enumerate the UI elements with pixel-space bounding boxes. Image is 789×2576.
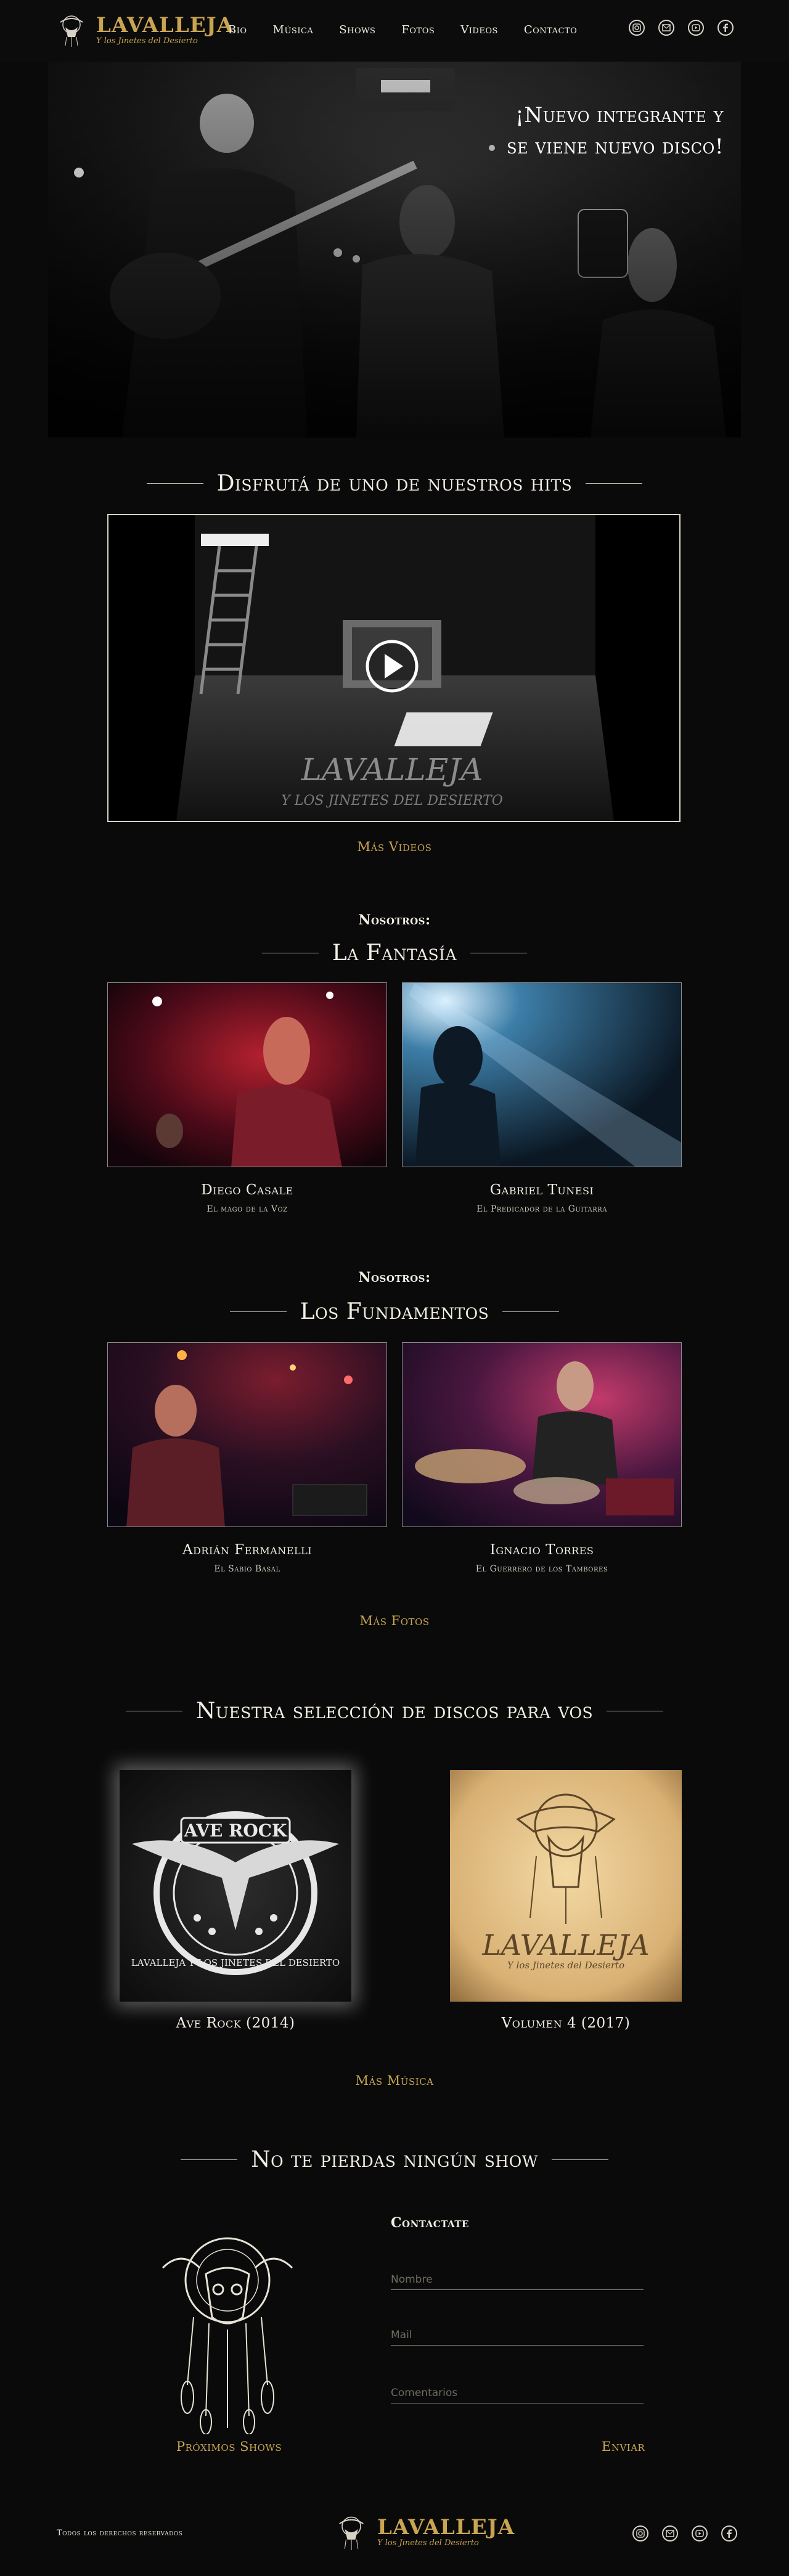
member-role: El mago de la Voz <box>206 1204 288 1214</box>
member-diego: Diego Casale El mago de la Voz <box>107 1182 387 1214</box>
member-name: Ignacio Torres <box>489 1542 594 1558</box>
more-music-link[interactable]: Más Música <box>0 2073 789 2088</box>
volumen-4-cover-sub: Y los Jinetes del Desierto <box>507 1960 624 1971</box>
singer-photo <box>108 983 386 1167</box>
album-title-ave-rock: Ave Rock (2014) <box>176 2015 295 2031</box>
nav-shows[interactable]: Shows <box>339 23 375 36</box>
more-photos-link[interactable]: Más Fotos <box>0 1613 789 1628</box>
ave-rock-cover-ring: LAVALLEJA Y LOS JINETES DEL DESIERTO <box>131 1957 340 1968</box>
footer-logo[interactable]: LAVALLEJA Y los Jinetes del Desierto <box>333 2507 515 2556</box>
member-name: Diego Casale <box>201 1182 293 1198</box>
copyright: Todos los derechos reservados <box>57 2529 183 2538</box>
volumen-4-cover: LAVALLEJA Y los Jinetes del Desierto <box>450 1770 682 2002</box>
fundamentos-kicker: Nosotros: <box>358 1270 431 1286</box>
title-rule-left <box>181 2159 238 2160</box>
nav-musica[interactable]: Música <box>273 23 314 36</box>
title-rule-left <box>229 1311 287 1312</box>
brand-tagline: Y los Jinetes del Desierto <box>377 2538 479 2548</box>
member-photo-ignacio[interactable] <box>402 1342 682 1527</box>
footer-social <box>632 2525 737 2541</box>
brand-name: LAVALLEJA <box>96 12 234 38</box>
album-volumen-4[interactable]: LAVALLEJA Y los Jinetes del Desierto <box>450 1770 682 2002</box>
video-logo-sub: Y LOS JINETES DEL DESIERTO <box>281 793 503 809</box>
fundamentos-title-text: Los Fundamentos <box>300 1299 489 1324</box>
title-rule-right <box>551 2159 608 2160</box>
hero-banner: ¡Nuevo integrante y se viene nuevo disco… <box>48 62 741 438</box>
title-rule-right <box>502 1311 560 1312</box>
volumen-4-cover-title: LAVALLEJA <box>481 1928 649 1962</box>
name-field[interactable] <box>391 2270 644 2290</box>
fundamentos-title: Los Fundamentos <box>0 1299 789 1324</box>
album-ave-rock[interactable]: AVE ROCK LAVALLEJA Y LOS JINETES DEL DES… <box>120 1770 351 2002</box>
nav-videos[interactable]: Videos <box>460 23 498 36</box>
youtube-icon[interactable] <box>692 2525 708 2541</box>
hits-title: Disfrutá de uno de nuestros hits <box>0 471 789 496</box>
discos-title-text: Nuestra selección de discos para vos <box>195 1698 594 1724</box>
dreamcatcher-skull-icon <box>161 2237 293 2434</box>
guitarist-photo <box>403 983 681 1167</box>
nav-fotos[interactable]: Fotos <box>401 23 435 36</box>
fantasia-title: La Fantasía <box>0 940 789 966</box>
shows-title-text: No te pierdas ningún show <box>251 2147 538 2172</box>
facebook-icon[interactable] <box>721 2525 737 2541</box>
main-nav: Bio Música Shows Fotos Videos Contacto <box>228 23 577 36</box>
brand-tagline: Y los Jinetes del Desierto <box>96 36 198 46</box>
email-icon[interactable] <box>658 20 674 36</box>
comments-field[interactable] <box>391 2383 644 2403</box>
shows-title: No te pierdas ningún show <box>0 2147 789 2172</box>
discos-title: Nuestra selección de discos para vos <box>0 1698 789 1724</box>
email-field[interactable] <box>391 2325 644 2346</box>
bassist-photo <box>108 1343 386 1526</box>
skull-emblem-icon <box>60 15 83 47</box>
header-logo[interactable]: LAVALLEJA Y los Jinetes del Desierto <box>54 12 234 47</box>
member-ignacio: Ignacio Torres El Guerrero de los Tambor… <box>402 1542 682 1574</box>
site-header: LAVALLEJA Y los Jinetes del Desierto Bio… <box>0 0 789 62</box>
hits-title-text: Disfrutá de uno de nuestros hits <box>216 471 573 496</box>
video-thumbnail: LAVALLEJA Y LOS JINETES DEL DESIERTO <box>108 515 679 821</box>
member-gabriel: Gabriel Tunesi El Predicador de la Guita… <box>402 1182 682 1214</box>
fantasia-kicker: Nosotros: <box>358 912 431 928</box>
hero-line-2: se viene nuevo disco! <box>507 134 724 159</box>
hero-line-1: ¡Nuevo integrante y <box>515 103 724 128</box>
upcoming-shows-link[interactable]: Próximos Shows <box>176 2439 282 2454</box>
hero-headline: ¡Nuevo integrante y se viene nuevo disco… <box>507 100 724 163</box>
member-role: El Sabio Basal <box>214 1564 280 1574</box>
header-social <box>629 20 734 36</box>
title-rule-right <box>586 483 643 484</box>
instagram-icon[interactable] <box>629 20 645 36</box>
drummer-photo <box>403 1343 681 1526</box>
youtube-icon[interactable] <box>688 20 704 36</box>
album-title-volumen-4: Volumen 4 (2017) <box>501 2015 631 2031</box>
contact-heading: Contactate <box>391 2215 469 2231</box>
email-icon[interactable] <box>662 2525 678 2541</box>
member-name: Gabriel Tunesi <box>489 1182 594 1198</box>
member-adrian: Adrián Fermanelli El Sabio Basal <box>107 1542 387 1574</box>
nav-bio[interactable]: Bio <box>228 23 247 36</box>
facebook-icon[interactable] <box>717 20 734 36</box>
member-name: Adrián Fermanelli <box>182 1542 313 1558</box>
submit-button[interactable]: Enviar <box>602 2439 645 2454</box>
video-player[interactable]: LAVALLEJA Y LOS JINETES DEL DESIERTO <box>107 514 681 822</box>
video-logo: LAVALLEJA <box>301 752 483 788</box>
ave-rock-cover: AVE ROCK LAVALLEJA Y LOS JINETES DEL DES… <box>120 1770 351 2002</box>
fantasia-title-text: La Fantasía <box>332 940 457 966</box>
title-rule-left <box>146 483 203 484</box>
instagram-icon[interactable] <box>632 2525 648 2541</box>
brand-name: LAVALLEJA <box>377 2514 515 2540</box>
skull-emblem-icon <box>339 2516 364 2550</box>
member-photo-diego[interactable] <box>107 982 387 1167</box>
more-videos-link[interactable]: Más Videos <box>0 839 789 854</box>
member-role: El Predicador de la Guitarra <box>476 1204 607 1214</box>
member-role: El Guerrero de los Tambores <box>475 1564 608 1574</box>
member-photo-adrian[interactable] <box>107 1342 387 1527</box>
nav-contacto[interactable]: Contacto <box>524 23 577 36</box>
ave-rock-cover-title: AVE ROCK <box>184 1820 288 1841</box>
member-photo-gabriel[interactable] <box>402 982 682 1167</box>
